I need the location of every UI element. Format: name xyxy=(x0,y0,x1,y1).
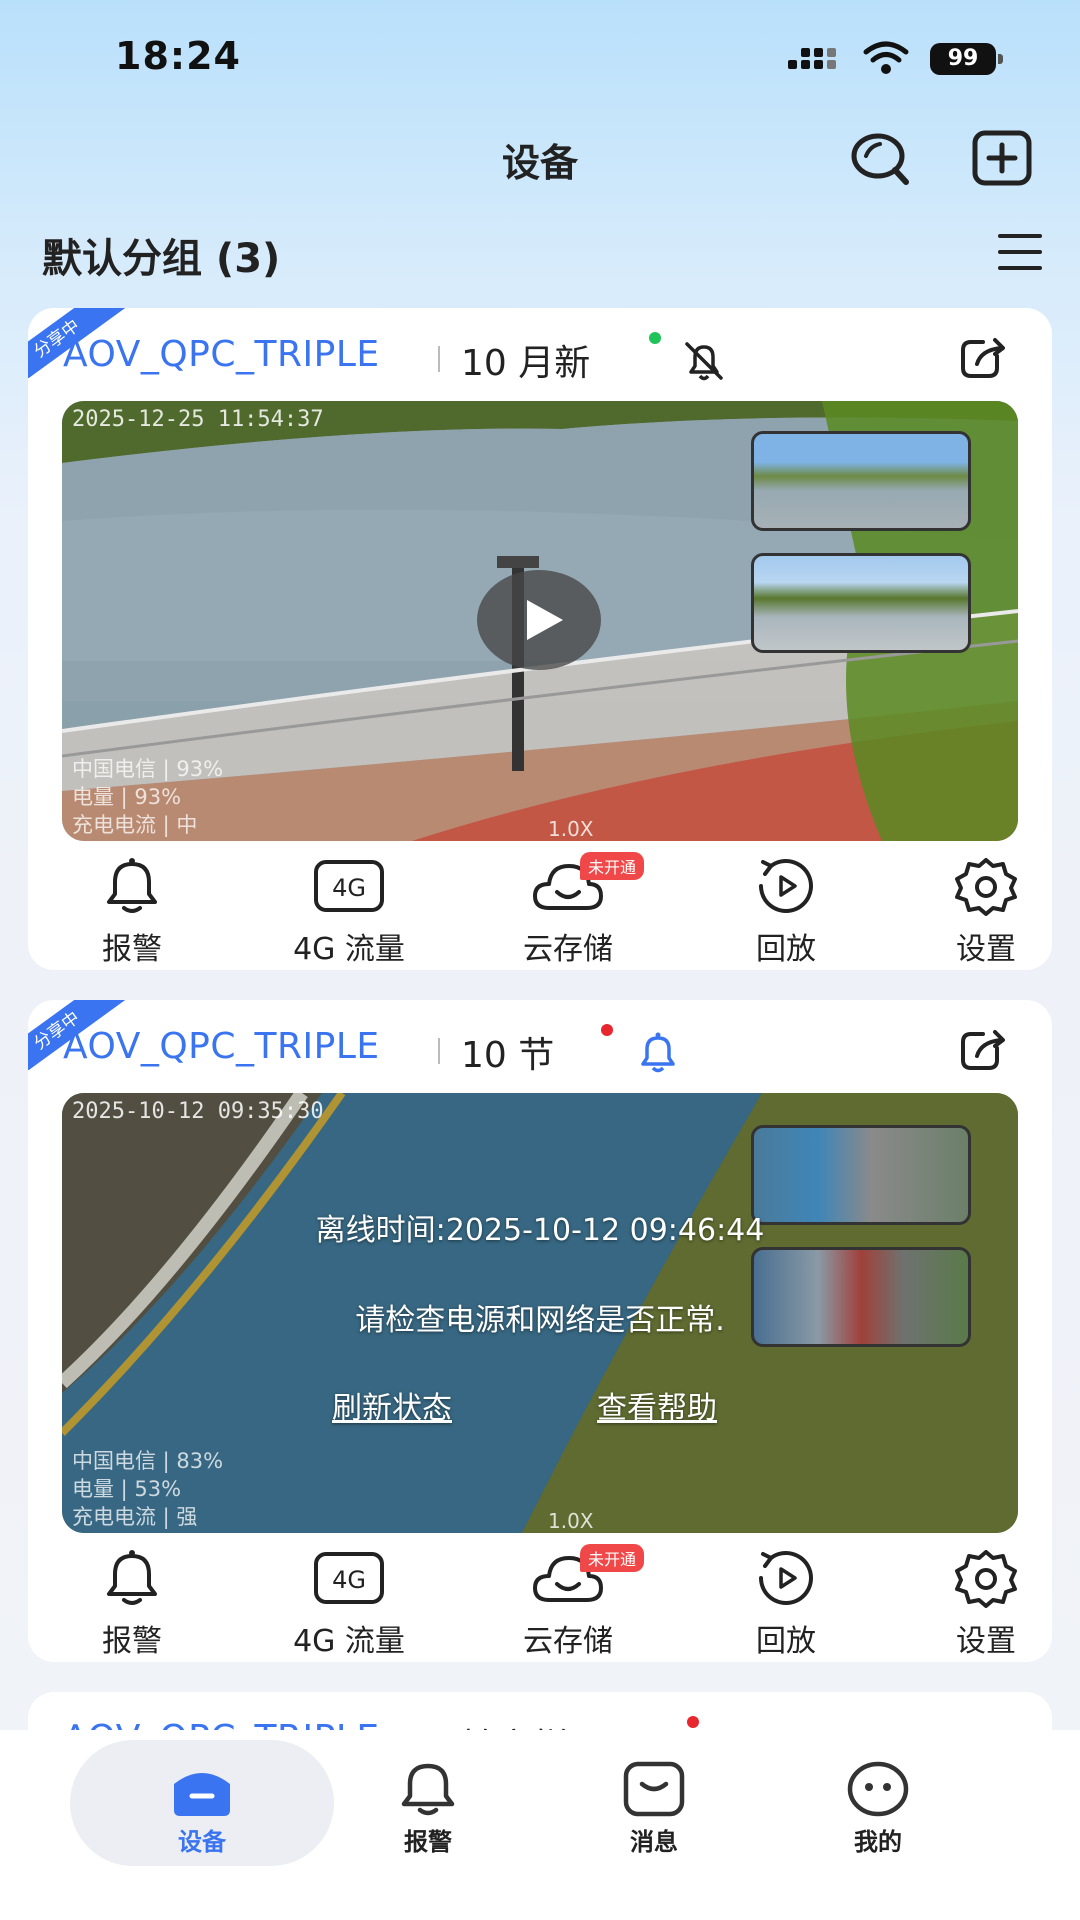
device-name[interactable]: AOV_QPC_TRIPLE xyxy=(63,334,380,375)
home-icon xyxy=(174,1773,230,1816)
device-location: 10 节 xyxy=(461,1035,555,1076)
bell-icon xyxy=(107,1550,157,1605)
alarm-button[interactable]: 报警 xyxy=(62,856,202,970)
device-actions: 报警 4G 4G 流量 未开通 云存储 回放 设置 xyxy=(28,852,1052,970)
view-help-link[interactable]: 查看帮助 xyxy=(597,1383,717,1427)
osd-zoom: 1.0X xyxy=(548,1509,594,1533)
online-status-dot xyxy=(649,332,661,344)
nav-mine[interactable]: 我的 xyxy=(788,1730,968,1870)
play-button[interactable] xyxy=(477,570,601,670)
group-title: 默认分组 (3) xyxy=(42,236,281,282)
camera-preview[interactable]: 2025-12-25 11:54:37 中国电信 | 93% 电量 | 93% 充电… xyxy=(62,401,1018,841)
cellular-signal-icon xyxy=(788,44,844,74)
status-bar: 18:24 99 xyxy=(0,0,1080,120)
svg-text:4G: 4G xyxy=(332,1566,366,1594)
menu-icon[interactable] xyxy=(998,232,1042,272)
offline-hint: 请检查电源和网络是否正常. xyxy=(355,1303,725,1338)
traffic-button[interactable]: 4G 4G 流量 xyxy=(279,1548,419,1662)
playback-button[interactable]: 回放 xyxy=(716,1548,856,1662)
bell-icon xyxy=(107,858,157,913)
search-icon[interactable] xyxy=(848,126,912,190)
sub-camera-preview[interactable] xyxy=(751,553,971,653)
playback-button[interactable]: 回放 xyxy=(716,856,856,970)
alarm-button[interactable]: 报警 xyxy=(62,1548,202,1662)
gear-icon xyxy=(955,858,1017,916)
svg-text:4G: 4G xyxy=(332,874,366,902)
offline-time: 离线时间:2025-10-12 09:46:44 xyxy=(315,1213,765,1248)
offline-status-dot xyxy=(601,1024,613,1036)
traffic-button[interactable]: 4G 4G 流量 xyxy=(279,856,419,970)
device-name[interactable]: AOV_QPC_TRIPLE xyxy=(63,1026,380,1067)
battery-icon: 99 xyxy=(930,43,1004,75)
cloud-storage-button[interactable]: 未开通 云存储 xyxy=(498,1544,645,1662)
bottom-navigation: 设备 报警 消息 我的 xyxy=(0,1730,1080,1920)
battery-level: 99 xyxy=(930,43,996,75)
bell-icon xyxy=(401,1763,455,1816)
gear-icon xyxy=(955,1550,1017,1608)
nav-devices[interactable]: 设备 xyxy=(70,1730,334,1870)
settings-button[interactable]: 设置 xyxy=(934,1548,1038,1662)
settings-button[interactable]: 设置 xyxy=(934,856,1038,970)
bell-icon[interactable] xyxy=(635,1030,681,1076)
profile-icon xyxy=(847,1761,909,1817)
nav-alarm[interactable]: 报警 xyxy=(338,1730,518,1870)
device-card[interactable]: 分享中 AOV_QPC_TRIPLE 10 月新 2025-12-25 11:5… xyxy=(28,308,1052,970)
add-device-icon[interactable] xyxy=(970,126,1034,190)
device-card[interactable]: 分享中 AOV_QPC_TRIPLE 10 节 2025-10-12 09:35… xyxy=(28,1000,1052,1662)
camera-preview-offline[interactable]: 2025-10-12 09:35:30 离线时间:2025-10-12 09:4… xyxy=(62,1093,1018,1533)
not-activated-badge: 未开通 xyxy=(580,1544,645,1572)
playback-icon xyxy=(759,859,813,913)
not-activated-badge: 未开通 xyxy=(580,852,645,880)
4g-icon: 4G xyxy=(314,1552,384,1604)
device-header: AOV_QPC_TRIPLE 10 月新 xyxy=(63,328,1023,384)
nav-messages[interactable]: 消息 xyxy=(564,1730,744,1870)
osd-timestamp: 2025-12-25 11:54:37 xyxy=(72,407,324,432)
osd-info: 中国电信 | 93% 电量 | 93% 充电电流 | 中 xyxy=(72,757,224,837)
sub-camera-preview[interactable] xyxy=(751,431,971,531)
device-header: AOV_QPC_TRIPLE 10 节 xyxy=(63,1020,1023,1076)
status-time: 18:24 xyxy=(115,34,241,78)
osd-timestamp: 2025-10-12 09:35:30 xyxy=(72,1099,324,1124)
share-icon[interactable] xyxy=(957,330,1011,384)
device-location: 10 月新 xyxy=(461,343,591,384)
osd-info: 中国电信 | 83% 电量 | 53% 充电电流 | 强 xyxy=(72,1449,224,1529)
message-icon xyxy=(623,1761,685,1817)
share-icon[interactable] xyxy=(957,1022,1011,1076)
4g-icon: 4G xyxy=(314,860,384,912)
offline-status-dot xyxy=(687,1716,699,1728)
playback-icon xyxy=(759,1551,813,1605)
refresh-status-link[interactable]: 刷新状态 xyxy=(332,1383,452,1427)
wifi-icon xyxy=(862,40,910,76)
device-actions: 报警 4G 4G 流量 未开通 云存储 回放 设置 xyxy=(28,1544,1052,1662)
bell-muted-icon[interactable] xyxy=(681,338,727,384)
cloud-storage-button[interactable]: 未开通 云存储 xyxy=(498,852,645,970)
page-title: 设备 xyxy=(501,141,578,185)
osd-zoom: 1.0X xyxy=(548,817,594,841)
group-header: 默认分组 (3) xyxy=(42,226,1042,286)
